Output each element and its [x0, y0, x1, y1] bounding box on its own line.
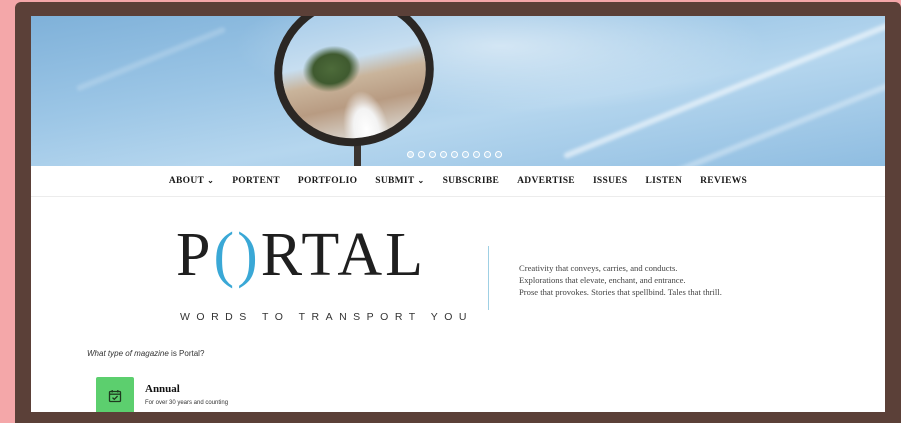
portal-logo[interactable]: P()RTAL — [176, 224, 426, 286]
nav-item-portfolio[interactable]: PORTFOLIO — [298, 176, 357, 186]
nav-item-portent[interactable]: PORTENT — [232, 176, 280, 186]
nav-item-label: ISSUES — [592, 176, 628, 186]
nav-item-listen[interactable]: LISTEN — [645, 176, 682, 186]
nav-item-label: REVIEWS — [700, 176, 748, 186]
logo-paren-close: ) — [237, 221, 261, 289]
page-window: ABOUT ⌄ PORTENT PORTFOLIO SUBMIT ⌄ SUBSCRIBE AD… — [31, 16, 885, 412]
nav-item-label: ABOUT — [168, 176, 205, 186]
nav-item-subscribe[interactable]: SUBSCRIBE — [443, 176, 500, 186]
logo-letter-p: P — [176, 221, 214, 289]
hero-slider[interactable] — [31, 16, 885, 166]
blurb-line: Prose that provokes. Stories that spellb… — [519, 287, 722, 297]
blurb-line: Creativity that conveys, carries, and co… — [519, 263, 678, 273]
nav-item-label: LISTEN — [645, 176, 683, 186]
browser-frame: ABOUT ⌄ PORTENT PORTFOLIO SUBMIT ⌄ SUBSCRIBE AD… — [15, 2, 901, 423]
sky-streak — [640, 70, 885, 166]
slider-dot[interactable] — [429, 151, 436, 158]
slider-dot[interactable] — [451, 151, 458, 158]
nav-item-about[interactable]: ABOUT ⌄ — [169, 176, 214, 186]
question-italic: What type of magazine — [87, 349, 169, 358]
nav-item-advertise[interactable]: ADVERTISE — [517, 176, 575, 186]
slider-dots — [407, 151, 502, 158]
hero-mirror-image — [260, 16, 448, 161]
nav-item-label: SUBSCRIBE — [442, 176, 500, 186]
nav-item-label: ADVERTISE — [517, 176, 575, 186]
sky-streak — [75, 26, 227, 92]
slider-dot[interactable] — [440, 151, 447, 158]
nav-item-submit[interactable]: SUBMIT ⌄ — [375, 176, 424, 186]
chevron-down-icon: ⌄ — [207, 176, 215, 185]
blurb-line: Explorations that elevate, enchant, and … — [519, 275, 686, 285]
nav-item-reviews[interactable]: REVIEWS — [700, 176, 747, 186]
nav-item-label: PORTFOLIO — [297, 176, 358, 186]
question-rest: is Portal? — [168, 349, 205, 358]
slider-dot[interactable] — [407, 151, 414, 158]
slider-dot[interactable] — [495, 151, 502, 158]
nav-item-label: PORTENT — [232, 176, 280, 186]
card-subtitle: For over 30 years and counting — [145, 400, 229, 406]
logo-letters: RTAL — [260, 221, 426, 289]
calendar-svg — [108, 390, 122, 403]
magazine-question: What type of magazine is Portal? — [87, 349, 204, 358]
calendar-check-icon — [96, 377, 134, 412]
slider-dot[interactable] — [484, 151, 491, 158]
logo-paren-open: ( — [213, 221, 238, 289]
card-title: Annual — [145, 383, 180, 395]
intro-blurb: Creativity that conveys, carries, and co… — [519, 262, 722, 298]
slider-dot[interactable] — [418, 151, 425, 158]
slider-dot[interactable] — [462, 151, 469, 158]
sky-streak — [562, 18, 885, 160]
chevron-down-icon: ⌄ — [417, 176, 425, 185]
logo-tagline: WORDS TO TRANSPORT YOU — [180, 311, 473, 323]
main-nav: ABOUT ⌄ PORTENT PORTFOLIO SUBMIT ⌄ SUBSCRIBE AD… — [31, 166, 885, 197]
slider-dot[interactable] — [473, 151, 480, 158]
nav-item-label: SUBMIT — [375, 176, 415, 186]
divider — [488, 246, 489, 310]
nav-item-issues[interactable]: ISSUES — [593, 176, 628, 186]
mirror-glass — [269, 16, 439, 152]
